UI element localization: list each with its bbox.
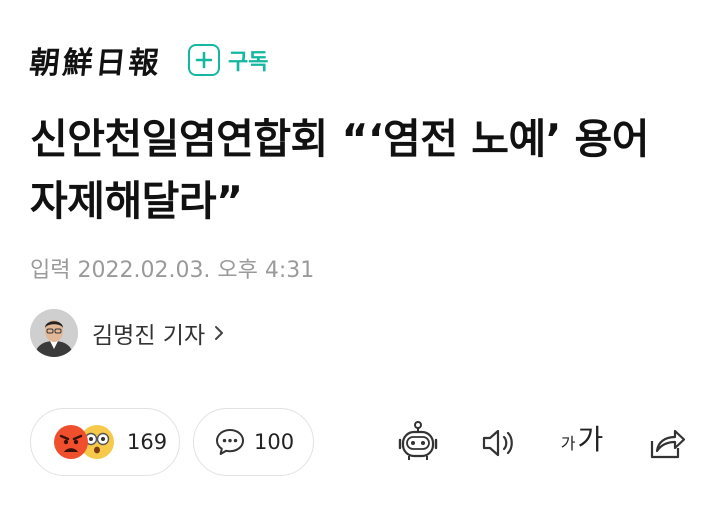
reaction-count: 169 [127,430,168,454]
speaker-icon [482,429,513,457]
reaction-icons [53,424,119,460]
article-headline: 신안천일염연합회 “‘염전 노예’ 용어 자제해달라” [30,115,650,225]
robot-icon [398,421,438,460]
reaction-button[interactable]: 169 [30,408,180,476]
author-link[interactable]: 김명진 기자 [30,309,225,357]
comment-icon [216,429,244,455]
publisher-logo[interactable]: 朝鮮日報 [28,38,165,82]
chevron-right-icon [213,324,225,342]
article-dateline: 입력 2022.02.03. 오후 4:31 [30,258,315,283]
plus-icon [188,44,220,76]
ai-summary-button[interactable] [394,418,442,468]
author-avatar [30,309,78,357]
comment-button[interactable]: 100 [193,408,314,476]
angry-face-icon [54,425,88,459]
subscribe-label: 구독 [228,50,269,75]
share-button[interactable] [646,418,688,468]
listen-button[interactable] [478,418,520,468]
font-size-large-label: 가 [577,423,604,456]
author-name: 김명진 기자 [92,323,206,349]
font-size-button[interactable]: 가 가 [558,418,606,468]
share-icon [650,429,686,459]
subscribe-button[interactable]: 구독 [188,44,268,76]
font-size-small-label: 가 [560,434,576,453]
header: 朝鮮日報 구독 [28,38,268,82]
comment-count: 100 [254,430,295,454]
